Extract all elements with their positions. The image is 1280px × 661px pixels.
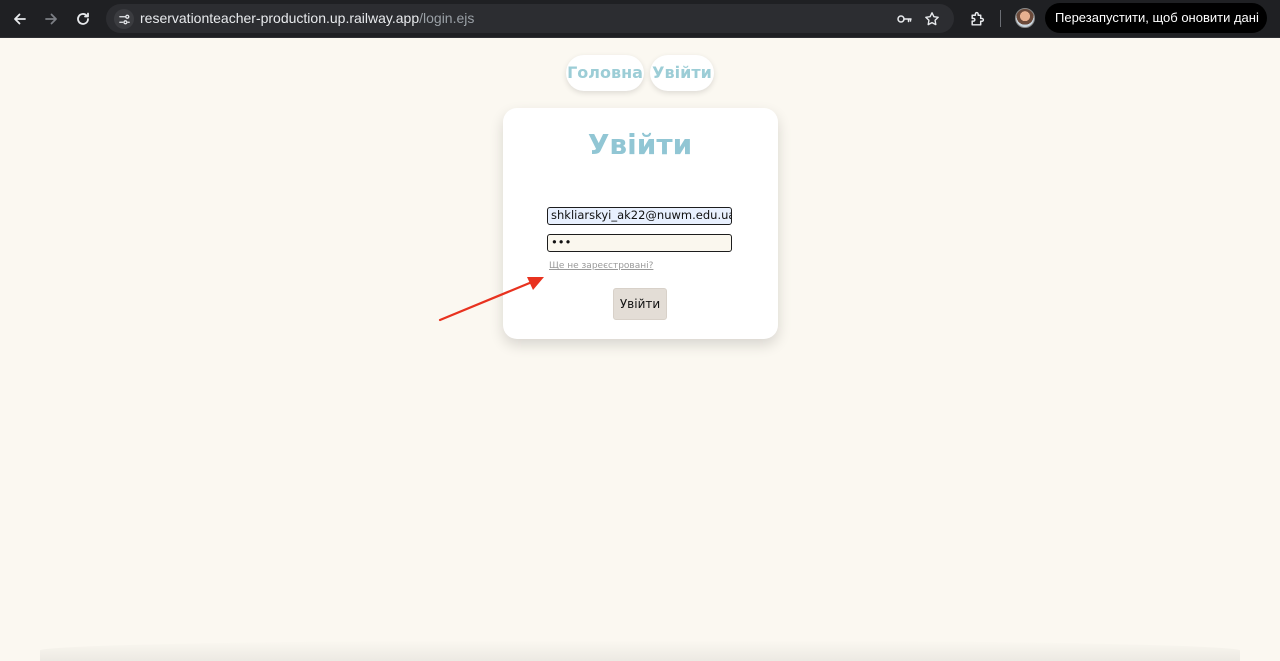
page-title: Увійти — [587, 128, 693, 161]
reload-icon[interactable] — [71, 7, 95, 31]
browser-toolbar: reservationteacher-production.up.railway… — [0, 0, 1280, 38]
url-path: /login.ejs — [419, 10, 475, 26]
back-icon[interactable] — [8, 7, 32, 31]
url-text[interactable]: reservationteacher-production.up.railway… — [140, 4, 474, 33]
avatar[interactable] — [1015, 8, 1035, 28]
nav-login-button[interactable]: Увійти — [650, 55, 714, 91]
bottom-shadow — [40, 640, 1240, 661]
password-field[interactable]: ••• — [547, 234, 732, 252]
email-field[interactable]: shkliarskyi_ak22@nuwm.edu.ua — [547, 207, 732, 225]
register-link[interactable]: Ще не зареєстровані? — [549, 261, 653, 271]
forward-icon[interactable] — [39, 7, 63, 31]
site-info-icon[interactable] — [114, 9, 134, 29]
login-submit-button[interactable]: Увійти — [613, 288, 667, 320]
key-icon[interactable] — [894, 9, 914, 29]
restart-to-update-button[interactable]: Перезапустити, щоб оновити дані — [1045, 3, 1267, 33]
star-icon[interactable] — [922, 9, 942, 29]
extensions-icon[interactable] — [965, 7, 989, 31]
address-bar[interactable]: reservationteacher-production.up.railway… — [106, 4, 954, 33]
nav-home-button[interactable]: Головна — [566, 55, 644, 91]
url-host: reservationteacher-production.up.railway… — [140, 10, 420, 26]
toolbar-divider — [1000, 10, 1001, 27]
